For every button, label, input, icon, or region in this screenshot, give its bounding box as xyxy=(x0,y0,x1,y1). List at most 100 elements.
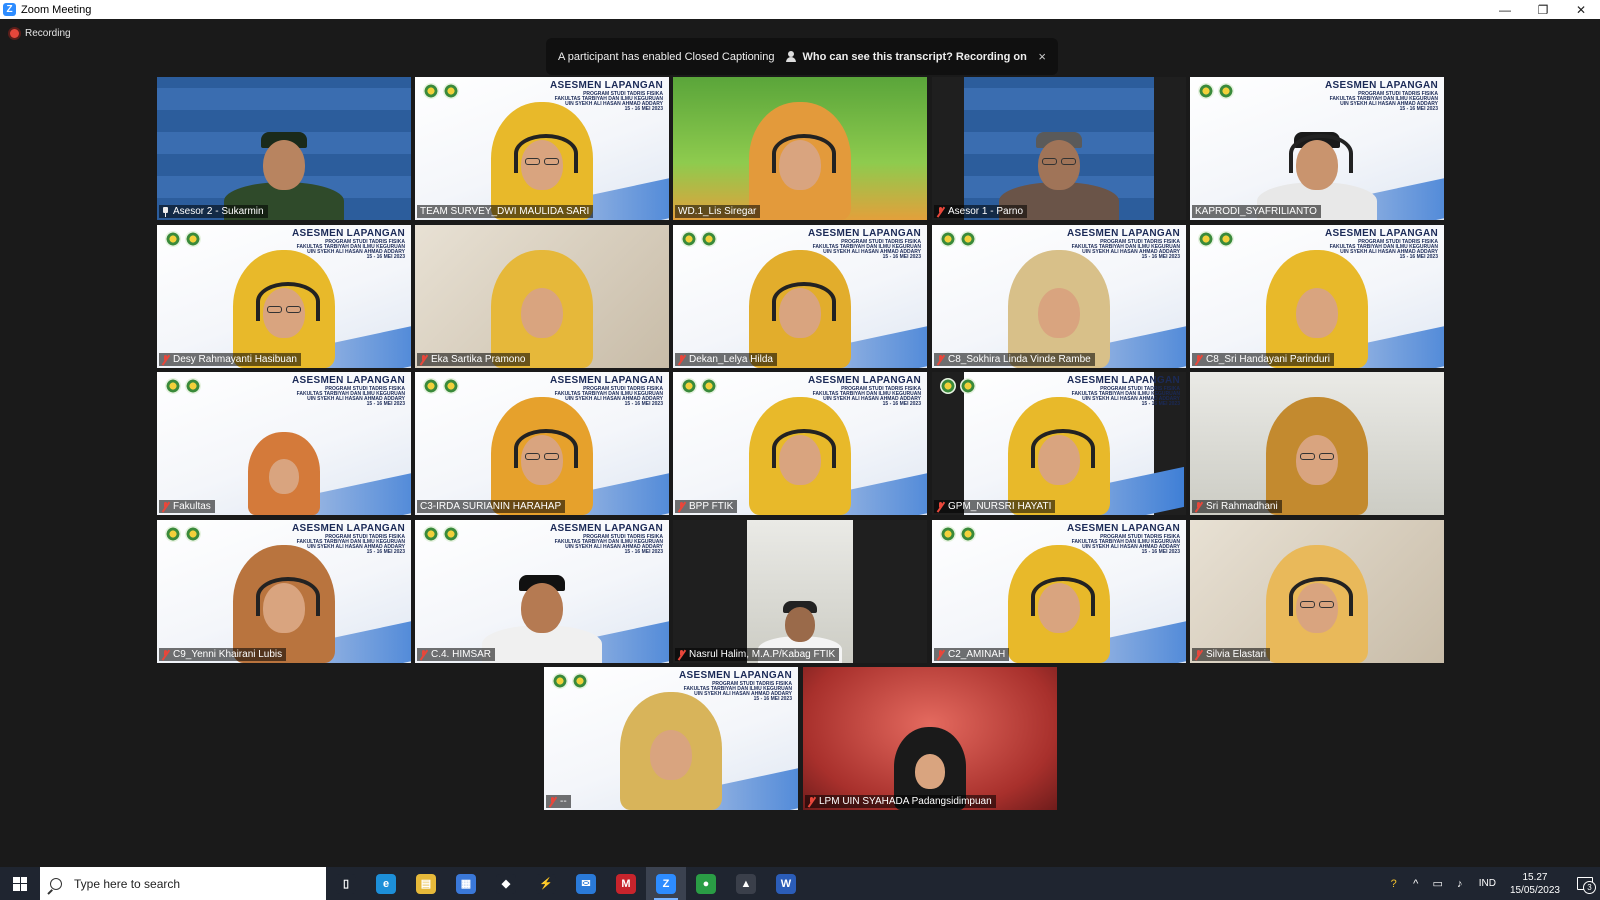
logo-icon xyxy=(960,526,976,542)
participant-name-label: Sri Rahmadhani xyxy=(1192,500,1282,513)
logo-icon xyxy=(960,231,976,247)
participant-tile[interactable]: Asesor 2 - Sukarmin xyxy=(157,77,411,220)
participant-name-label: Dekan_Lelya Hilda xyxy=(675,353,777,366)
accreditation-logos xyxy=(1198,83,1234,99)
taskbar-power-automate-button[interactable]: ⚡ xyxy=(526,867,566,900)
window-controls: — ❐ ✕ xyxy=(1486,0,1600,19)
participant-tile[interactable]: ASESMEN LAPANGAN PROGRAM STUDI TADRIS FIS… xyxy=(415,77,669,220)
participant-tile[interactable]: ASESMEN LAPANGAN PROGRAM STUDI TADRIS FIS… xyxy=(544,667,798,810)
participant-name-label: C2_AMINAH xyxy=(934,648,1010,661)
participant-name: KAPRODI_SYAFRILIANTO xyxy=(1195,206,1317,217)
mic-muted-icon xyxy=(678,501,685,512)
participant-tile[interactable]: ASESMEN LAPANGAN PROGRAM STUDI TADRIS FIS… xyxy=(1190,77,1444,220)
participant-tile[interactable]: Sri Rahmadhani xyxy=(1190,372,1444,515)
clock[interactable]: 15.27 15/05/2023 xyxy=(1510,871,1560,897)
participant-tile[interactable]: ASESMEN LAPANGAN PROGRAM STUDI TADRIS FIS… xyxy=(673,225,927,368)
banner-title: ASESMEN LAPANGAN xyxy=(1325,80,1438,91)
taskbar-zoom-button[interactable]: Z xyxy=(646,867,686,900)
volume-icon[interactable]: ♪ xyxy=(1449,878,1471,890)
logo-icon xyxy=(1218,231,1234,247)
zoom-icon: Z xyxy=(656,873,676,894)
chevron-up-icon[interactable]: ^ xyxy=(1405,878,1427,890)
transcript-visibility-link[interactable]: Who can see this transcript? Recording o… xyxy=(802,51,1026,63)
notification-center-button[interactable]: 3 xyxy=(1570,867,1600,900)
participant-name: BPP FTIK xyxy=(689,501,734,512)
logo-icon xyxy=(443,378,459,394)
caption-message: A participant has enabled Closed Caption… xyxy=(558,50,775,63)
logo-icon xyxy=(701,378,717,394)
taskbar-mendeley-button[interactable]: M xyxy=(606,867,646,900)
logo-icon xyxy=(552,673,568,689)
assessment-banner: ASESMEN LAPANGAN PROGRAM STUDI TADRIS FIS… xyxy=(292,375,405,408)
taskbar-photos-button[interactable]: ▲ xyxy=(726,867,766,900)
taskbar-store-button[interactable]: ▦ xyxy=(446,867,486,900)
participant-tile[interactable]: Asesor 1 - Parno xyxy=(932,77,1186,220)
mendeley-icon: M xyxy=(616,873,636,894)
participant-tile[interactable]: Silvia Elastari xyxy=(1190,520,1444,663)
mic-muted-icon xyxy=(549,796,556,807)
logo-icon xyxy=(1198,83,1214,99)
participant-tile[interactable]: ASESMEN LAPANGAN PROGRAM STUDI TADRIS FIS… xyxy=(157,225,411,368)
start-button[interactable] xyxy=(0,867,40,900)
windows-taskbar: Type here to search ▯ e ▤ ▦ ◆ ⚡ ✉ M Z ● ▲ W ? ^ ▭ ♪… xyxy=(0,867,1600,900)
participant-tile[interactable]: ASESMEN LAPANGAN PROGRAM STUDI TADRIS FIS… xyxy=(157,372,411,515)
logo-icon xyxy=(423,526,439,542)
participant-tile[interactable]: ASESMEN LAPANGAN PROGRAM STUDI TADRIS FIS… xyxy=(1190,225,1444,368)
taskbar-chrome-button[interactable]: ● xyxy=(686,867,726,900)
taskbar-mail-button[interactable]: ✉ xyxy=(566,867,606,900)
taskbar-edge-button[interactable]: e xyxy=(366,867,406,900)
participant-name: -- xyxy=(560,796,567,807)
participant-tile[interactable]: Eka Sartika Pramono xyxy=(415,225,669,368)
participant-tile[interactable]: ASESMEN LAPANGAN PROGRAM STUDI TADRIS FIS… xyxy=(157,520,411,663)
participant-tile[interactable]: ASESMEN LAPANGAN PROGRAM STUDI TADRIS FIS… xyxy=(673,372,927,515)
banner-title: ASESMEN LAPANGAN xyxy=(1067,375,1180,386)
participant-video xyxy=(999,250,1119,368)
logo-icon xyxy=(423,378,439,394)
taskbar-dropbox-button[interactable]: ◆ xyxy=(486,867,526,900)
participant-name-label: C8_Sri Handayani Parinduri xyxy=(1192,353,1334,366)
network-icon[interactable]: ▭ xyxy=(1427,877,1449,890)
participant-name-label: Eka Sartika Pramono xyxy=(417,353,530,366)
accreditation-logos xyxy=(940,231,976,247)
taskbar-task-view-button[interactable]: ▯ xyxy=(326,867,366,900)
logo-icon xyxy=(165,378,181,394)
banner-title: ASESMEN LAPANGAN xyxy=(550,375,663,386)
participant-tile[interactable]: ASESMEN LAPANGAN PROGRAM STUDI TADRIS FIS… xyxy=(932,225,1186,368)
restore-button[interactable]: ❐ xyxy=(1524,0,1562,19)
participant-name: C8_Sri Handayani Parinduri xyxy=(1206,354,1330,365)
participant-video xyxy=(1257,102,1377,220)
logo-icon xyxy=(940,231,956,247)
participant-tile[interactable]: ASESMEN LAPANGAN PROGRAM STUDI TADRIS FIS… xyxy=(415,372,669,515)
windows-logo-icon xyxy=(13,876,27,891)
participant-tile[interactable]: ASESMEN LAPANGAN PROGRAM STUDI TADRIS FIS… xyxy=(932,520,1186,663)
logo-icon xyxy=(185,231,201,247)
participant-tile[interactable]: Nasrul Halim, M.A.P/Kabag FTIK xyxy=(673,520,927,663)
participant-name-label: Asesor 2 - Sukarmin xyxy=(159,205,268,218)
banner-line: 15 - 16 MEI 2023 xyxy=(366,401,405,408)
accreditation-logos xyxy=(552,673,588,689)
participant-tile[interactable]: ASESMEN LAPANGAN PROGRAM STUDI TADRIS FIS… xyxy=(932,372,1186,515)
participant-tile[interactable]: WD.1_Lis Siregar xyxy=(673,77,927,220)
help-icon[interactable]: ? xyxy=(1383,878,1405,890)
participant-video xyxy=(482,545,602,663)
search-placeholder: Type here to search xyxy=(74,876,181,891)
taskbar-word-button[interactable]: W xyxy=(766,867,806,900)
taskbar-search[interactable]: Type here to search xyxy=(40,867,326,900)
language-indicator[interactable]: IND xyxy=(1479,878,1496,889)
close-window-button[interactable]: ✕ xyxy=(1562,0,1600,19)
participant-tile[interactable]: ASESMEN LAPANGAN PROGRAM STUDI TADRIS FIS… xyxy=(415,520,669,663)
participant-video xyxy=(1257,397,1377,515)
participant-video xyxy=(224,102,344,220)
photos-icon: ▲ xyxy=(736,873,756,894)
taskbar-apps: ▯ e ▤ ▦ ◆ ⚡ ✉ M Z ● ▲ W xyxy=(326,867,806,900)
accreditation-logos xyxy=(940,378,976,394)
banner-title: ASESMEN LAPANGAN xyxy=(550,80,663,91)
recording-indicator[interactable]: Recording xyxy=(10,28,71,39)
participant-video xyxy=(242,432,326,515)
minimize-button[interactable]: — xyxy=(1486,0,1524,19)
participant-name-label: KAPRODI_SYAFRILIANTO xyxy=(1192,205,1321,218)
accreditation-logos xyxy=(165,526,201,542)
close-banner-button[interactable]: × xyxy=(1038,49,1046,64)
participant-tile[interactable]: LPM UIN SYAHADA Padangsidimpuan xyxy=(803,667,1057,810)
taskbar-file-explorer-button[interactable]: ▤ xyxy=(406,867,446,900)
